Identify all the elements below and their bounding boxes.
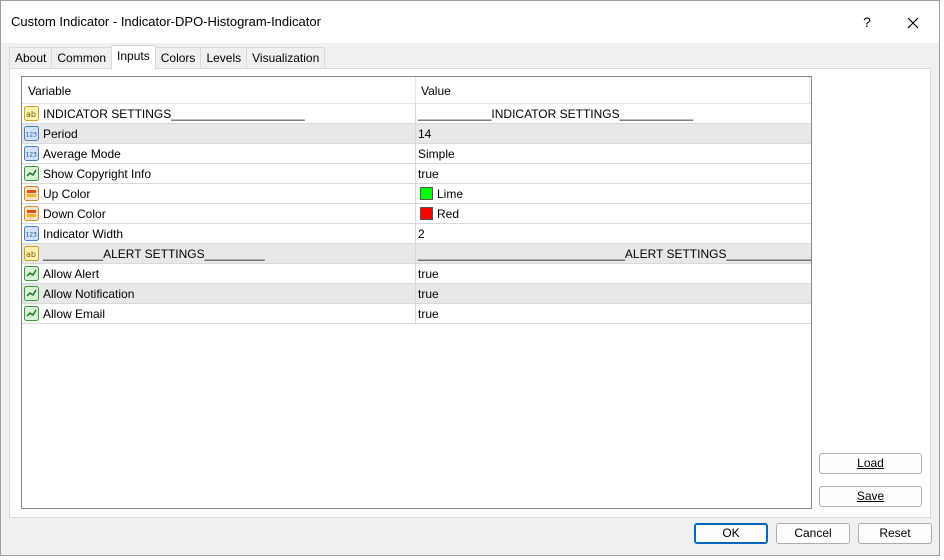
table-row[interactable]: ab INDICATOR SETTINGS___________________… bbox=[22, 104, 811, 124]
column-divider[interactable] bbox=[809, 77, 810, 103]
column-divider bbox=[415, 184, 416, 204]
column-divider bbox=[415, 124, 416, 144]
string-icon: ab bbox=[24, 106, 39, 121]
cancel-button[interactable]: Cancel bbox=[776, 523, 850, 544]
string-icon: ab bbox=[24, 246, 39, 261]
number-icon: 123 bbox=[24, 226, 39, 241]
help-button[interactable]: ? bbox=[855, 11, 879, 33]
dialog-window: Custom Indicator - Indicator-DPO-Histogr… bbox=[0, 0, 940, 556]
tab-colors[interactable]: Colors bbox=[154, 47, 202, 69]
svg-text:123: 123 bbox=[26, 132, 38, 139]
load-button[interactable]: Load bbox=[819, 453, 922, 474]
bool-icon bbox=[24, 166, 39, 181]
grid-header: Variable Value bbox=[22, 77, 811, 104]
column-divider bbox=[415, 244, 416, 264]
color-icon bbox=[24, 206, 39, 221]
reset-button[interactable]: Reset bbox=[858, 523, 932, 544]
header-value[interactable]: Value bbox=[421, 84, 451, 98]
table-row[interactable]: ab _________ALERT SETTINGS_________ ____… bbox=[22, 244, 811, 264]
table-row[interactable]: Show Copyright Info true bbox=[22, 164, 811, 184]
inputs-grid: Variable Value ab INDICATOR SETTINGS____… bbox=[21, 76, 812, 509]
svg-text:ab: ab bbox=[26, 250, 36, 259]
table-row[interactable]: Allow Email true bbox=[22, 304, 811, 324]
number-icon: 123 bbox=[24, 126, 39, 141]
column-divider[interactable] bbox=[415, 77, 416, 103]
variable-name: Average Mode bbox=[43, 147, 121, 161]
variable-name: Period bbox=[43, 127, 78, 141]
column-divider bbox=[415, 304, 416, 324]
bool-icon bbox=[24, 266, 39, 281]
color-name: Red bbox=[437, 207, 460, 221]
variable-name: Up Color bbox=[43, 187, 91, 201]
color-value[interactable]: Lime bbox=[418, 187, 463, 201]
svg-text:ab: ab bbox=[26, 110, 36, 119]
tab-common[interactable]: Common bbox=[51, 47, 113, 69]
color-swatch bbox=[420, 207, 433, 220]
column-divider bbox=[415, 204, 416, 224]
variable-name: Allow Email bbox=[43, 307, 106, 321]
svg-text:123: 123 bbox=[26, 152, 38, 159]
variable-name: Allow Notification bbox=[43, 287, 135, 301]
number-icon: 123 bbox=[24, 146, 39, 161]
variable-value[interactable]: true bbox=[418, 267, 439, 281]
variable-value[interactable]: _______________________________ALERT SET… bbox=[418, 247, 811, 261]
variable-value[interactable]: 14 bbox=[418, 127, 431, 141]
tab-strip: About Common Inputs Colors Levels Visual… bbox=[9, 45, 326, 70]
header-variable[interactable]: Variable bbox=[28, 84, 71, 98]
save-label: Save bbox=[856, 489, 885, 503]
variable-value[interactable]: Simple bbox=[418, 147, 455, 161]
variable-name: Indicator Width bbox=[43, 227, 124, 241]
variable-name: Down Color bbox=[43, 207, 106, 221]
color-value[interactable]: Red bbox=[418, 207, 459, 221]
load-label: Load bbox=[857, 456, 884, 470]
column-divider bbox=[415, 224, 416, 244]
color-icon bbox=[24, 186, 39, 201]
bool-icon bbox=[24, 286, 39, 301]
color-name: Lime bbox=[437, 187, 464, 201]
tab-levels[interactable]: Levels bbox=[200, 47, 248, 69]
window-title: Custom Indicator - Indicator-DPO-Histogr… bbox=[11, 14, 321, 29]
tab-visualization[interactable]: Visualization bbox=[246, 47, 326, 69]
variable-name: _________ALERT SETTINGS_________ bbox=[43, 247, 265, 261]
variable-value[interactable]: true bbox=[418, 307, 439, 321]
inputs-panel: Variable Value ab INDICATOR SETTINGS____… bbox=[9, 68, 931, 518]
table-row[interactable]: Allow Notification true bbox=[22, 284, 811, 304]
column-divider bbox=[415, 264, 416, 284]
tab-inputs[interactable]: Inputs bbox=[111, 45, 156, 70]
table-row[interactable]: 123 Period 14 bbox=[22, 124, 811, 144]
save-button[interactable]: Save bbox=[819, 486, 922, 507]
table-row[interactable]: 123 Average Mode Simple bbox=[22, 144, 811, 164]
column-divider bbox=[415, 104, 416, 124]
variable-value[interactable]: true bbox=[418, 287, 439, 301]
color-swatch bbox=[420, 187, 433, 200]
svg-text:123: 123 bbox=[26, 232, 38, 239]
ok-button[interactable]: OK bbox=[694, 523, 768, 544]
column-divider bbox=[415, 144, 416, 164]
column-divider bbox=[415, 284, 416, 304]
variable-name: Show Copyright Info bbox=[43, 167, 152, 181]
variable-name: Allow Alert bbox=[43, 267, 100, 281]
variable-name: INDICATOR SETTINGS____________________ bbox=[43, 107, 305, 121]
title-bar: Custom Indicator - Indicator-DPO-Histogr… bbox=[1, 1, 939, 43]
close-button[interactable] bbox=[901, 11, 925, 33]
table-row[interactable]: 123 Indicator Width 2 bbox=[22, 224, 811, 244]
close-icon bbox=[907, 17, 919, 29]
table-row[interactable]: Down Color Red bbox=[22, 204, 811, 224]
variable-value[interactable]: ___________INDICATOR SETTINGS___________ bbox=[418, 107, 693, 121]
bool-icon bbox=[24, 306, 39, 321]
variable-value[interactable]: true bbox=[418, 167, 439, 181]
column-divider bbox=[415, 164, 416, 184]
table-row[interactable]: Up Color Lime bbox=[22, 184, 811, 204]
table-row[interactable]: Allow Alert true bbox=[22, 264, 811, 284]
variable-value[interactable]: 2 bbox=[418, 227, 425, 241]
tab-about[interactable]: About bbox=[9, 47, 53, 69]
